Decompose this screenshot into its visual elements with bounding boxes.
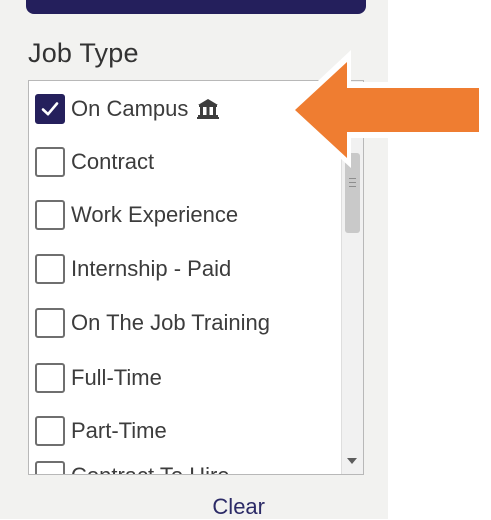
list-item-label: Full-Time (71, 365, 162, 390)
checkmark-icon (41, 102, 59, 116)
list-item[interactable]: On The Job Training (35, 303, 270, 343)
clear-link[interactable]: Clear (212, 494, 265, 520)
checkbox[interactable] (35, 147, 65, 177)
list-item-label: Part-Time (71, 418, 167, 443)
list-item[interactable]: Contract To Hire (35, 456, 230, 475)
building-icon (196, 97, 220, 121)
list-item-label: On Campus (71, 96, 189, 121)
list-item-label: Contract (71, 149, 155, 174)
list-item[interactable]: On Campus (35, 89, 220, 129)
checkbox[interactable] (35, 416, 65, 446)
job-type-heading: Job Type (28, 38, 139, 68)
list-item-label: Work Experience (71, 202, 239, 227)
top-button-bar[interactable] (26, 0, 366, 14)
checkbox-checked[interactable] (35, 94, 65, 124)
checkbox[interactable] (35, 200, 65, 230)
list-item[interactable]: Internship - Paid (35, 249, 231, 289)
list-item-label: Internship - Paid (71, 256, 232, 281)
list-item-label: Contract To Hire (71, 465, 230, 475)
list-item[interactable]: Part-Time (35, 411, 167, 451)
checkbox[interactable] (35, 363, 65, 393)
checkbox[interactable] (35, 254, 65, 284)
orange-arrow-icon (287, 50, 485, 168)
checkbox[interactable] (35, 308, 65, 338)
list-item-label: On The Job Training (71, 310, 270, 335)
checkbox[interactable] (35, 461, 65, 474)
list-item[interactable]: Work Experience (35, 195, 238, 235)
list-item[interactable]: Full-Time (35, 358, 162, 398)
list-item[interactable]: Contract (35, 142, 154, 182)
scroll-down-arrow-icon[interactable] (347, 458, 357, 464)
